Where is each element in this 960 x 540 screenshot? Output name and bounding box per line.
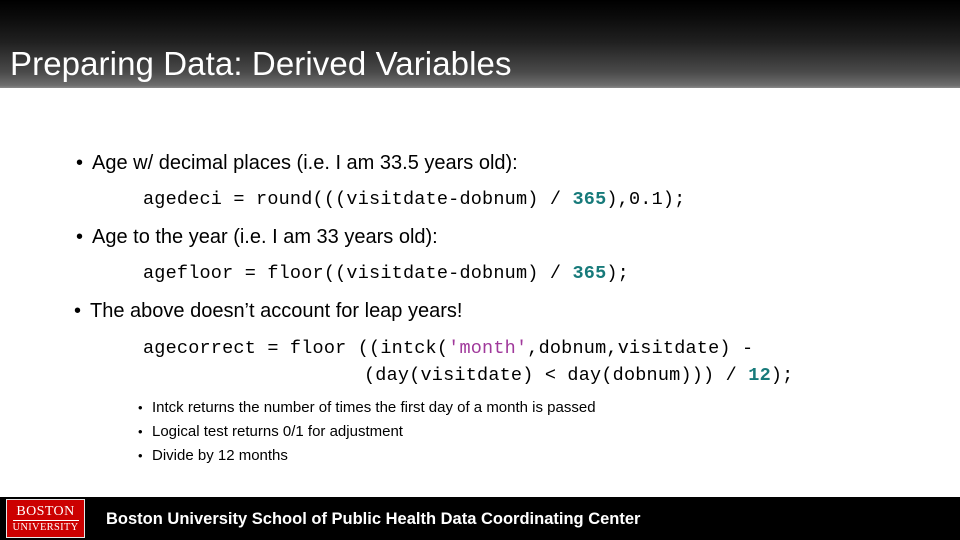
sub-bullet-list: • Intck returns the number of times the f…	[138, 396, 838, 468]
code-line-agecorrect-1: agecorrect = floor ((intck('month',dobnu…	[143, 337, 753, 361]
bullet-label-2: Age to the year (i.e. I am 33 years old)…	[92, 226, 438, 248]
logo-divider	[12, 519, 79, 521]
bullet-item-3: • The above doesn’t account for leap year…	[74, 298, 462, 324]
bullet-item-1: • Age w/ decimal places (i.e. I am 33.5 y…	[76, 150, 518, 176]
code-text: ),0.1);	[606, 189, 686, 210]
list-item: • Divide by 12 months	[138, 444, 838, 468]
bullet-label-1: Age w/ decimal places (i.e. I am 33.5 ye…	[92, 152, 518, 174]
bullet-label-3: The above doesn’t account for leap years…	[90, 300, 463, 322]
header-underline	[0, 88, 960, 90]
page-title: Preparing Data: Derived Variables	[10, 45, 512, 82]
bullet-marker: •	[138, 424, 143, 439]
boston-university-logo: BOSTON UNIVERSITY	[6, 499, 85, 538]
list-item: • Logical test returns 0/1 for adjustment	[138, 420, 838, 444]
list-item: • Intck returns the number of times the f…	[138, 396, 838, 420]
code-text: agedeci = round(((visitdate-dobnum) /	[143, 189, 573, 210]
bullet-item-2: • Age to the year (i.e. I am 33 years old…	[76, 224, 438, 250]
bullet-marker: •	[74, 300, 82, 322]
code-text: );	[770, 365, 794, 386]
code-text: agecorrect = floor ((intck(	[143, 338, 449, 359]
sub-bullet-label-2: Logical test returns 0/1 for adjustment	[152, 423, 403, 440]
bullet-marker: •	[76, 152, 84, 174]
code-text: );	[606, 263, 629, 284]
slide-body: • Age w/ decimal places (i.e. I am 33.5 y…	[0, 92, 960, 492]
code-line-agefloor: agefloor = floor((visitdate-dobnum) / 36…	[143, 262, 629, 286]
code-number: 365	[572, 263, 607, 284]
code-line-agedeci: agedeci = round(((visitdate-dobnum) / 36…	[143, 188, 686, 212]
code-number: 365	[572, 189, 607, 210]
bullet-marker: •	[138, 448, 143, 463]
logo-text-university: UNIVERSITY	[12, 521, 79, 533]
code-line-agecorrect-2: (day(visitdate) < day(dobnum))) / 12);	[364, 364, 793, 388]
code-string: 'month'	[448, 338, 528, 359]
logo-text-boston: BOSTON	[16, 503, 75, 519]
bullet-marker: •	[138, 400, 143, 415]
slide-footer: BOSTON UNIVERSITY Boston University Scho…	[0, 497, 960, 540]
code-number: 12	[748, 365, 771, 386]
code-text: agefloor = floor((visitdate-dobnum) /	[143, 263, 573, 284]
slide: Preparing Data: Derived Variables • Age w…	[0, 0, 960, 540]
code-text: ,dobnum,visitdate) -	[527, 338, 754, 359]
sub-bullet-label-3: Divide by 12 months	[152, 447, 288, 464]
footer-organization-label: Boston University School of Public Healt…	[106, 510, 641, 528]
bullet-marker: •	[76, 226, 84, 248]
sub-bullet-label-1: Intck returns the number of times the fi…	[152, 399, 596, 416]
code-text: (day(visitdate) < day(dobnum))) /	[364, 365, 749, 386]
